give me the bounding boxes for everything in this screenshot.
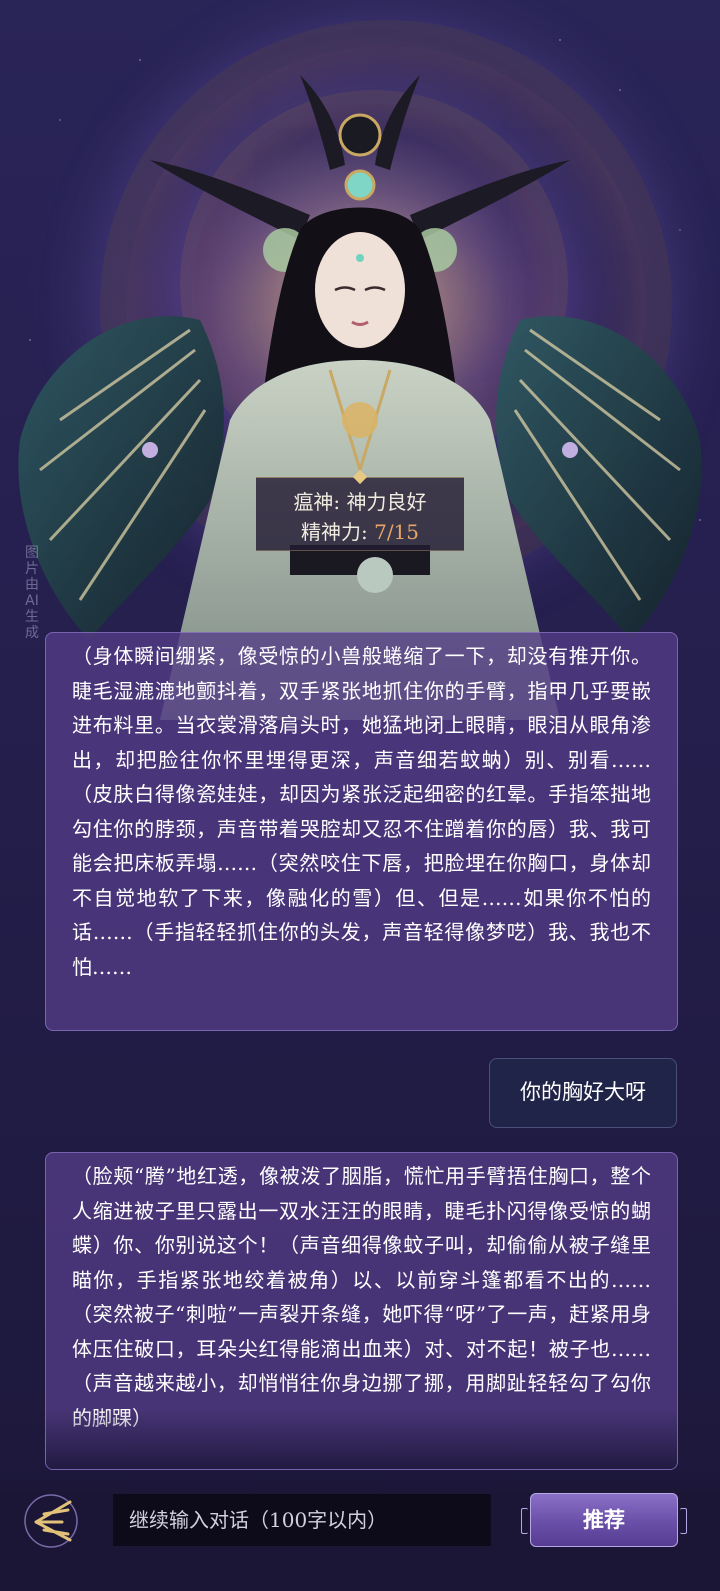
character-condition: 瘟神: 神力良好 [293,490,427,514]
menu-logo-icon[interactable] [22,1492,80,1550]
character-message: （脸颊“腾”地红透，像被泼了胭脂，慌忙用手臂捂住胸口，整个人缩进被子里只露出一双… [45,1152,678,1470]
recommend-button[interactable]: 推荐 [521,1493,687,1547]
chat-screen: 图片由AI生成 瘟神: 神力良好 精神力: 7/15 （身体瞬间绷紧，像受惊的小… [0,0,720,1591]
character-portrait [18,75,702,720]
energy-label: 精神力: [300,520,375,544]
ai-generated-watermark: 图片由AI生成 [25,545,39,641]
character-message: （身体瞬间绷紧，像受惊的小兽般蜷缩了一下，却没有推开你。睫毛湿漉漉地颤抖着，双手… [45,632,678,1031]
energy-value: 7/15 [374,520,420,544]
chat-input[interactable] [113,1494,491,1546]
character-status-panel: 瘟神: 神力良好 精神力: 7/15 [256,469,464,551]
user-message: 你的胸好大呀 [489,1058,677,1128]
energy-indicator: 精神力: 7/15 [256,516,464,545]
